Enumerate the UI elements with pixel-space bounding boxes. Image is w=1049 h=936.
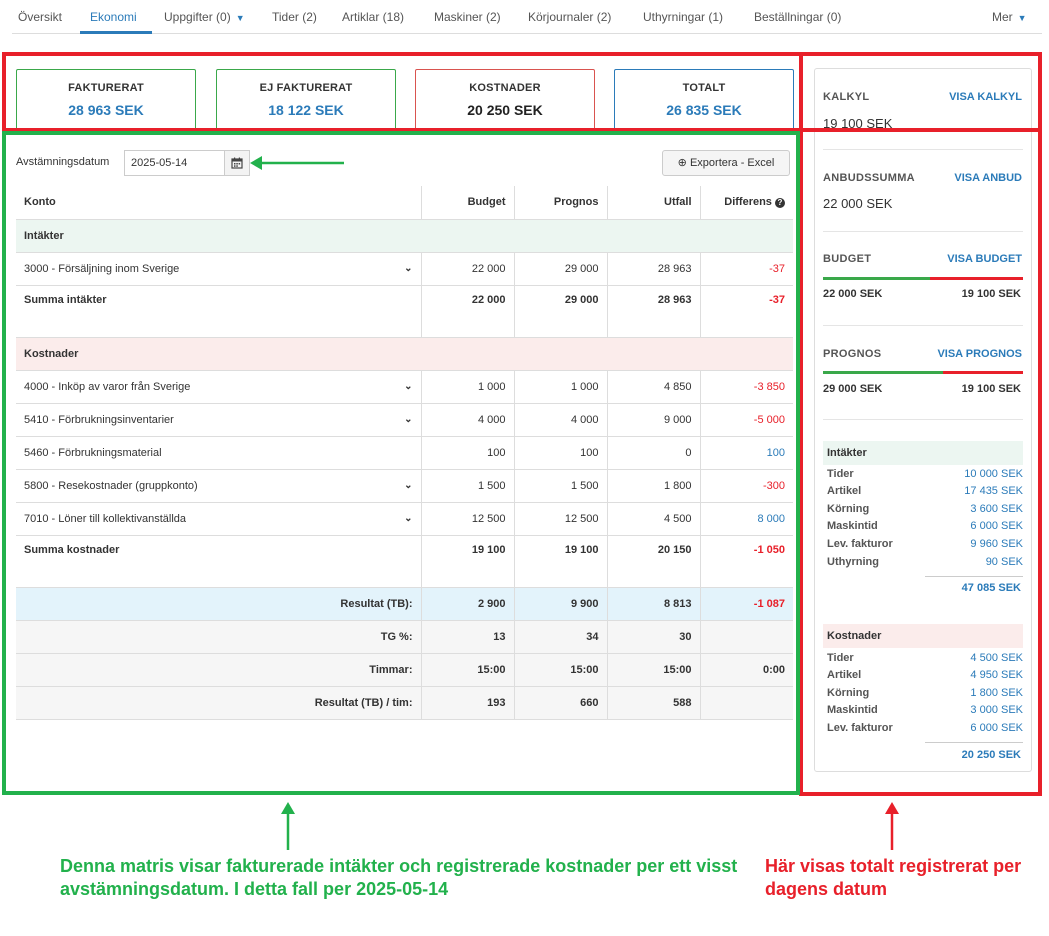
green-highlight-table [2,131,800,795]
tab-mer[interactable]: Mer ▼ [992,10,1027,24]
tab-maskiner[interactable]: Maskiner (2) [434,10,501,24]
arrow-up-icon [281,802,295,850]
tab-bar: Översikt Ekonomi Uppgifter (0) ▼ Tider (2… [12,0,1042,34]
tab-korjournaler[interactable]: Körjournaler (2) [528,10,611,24]
tab-tider[interactable]: Tider (2) [272,10,317,24]
tab-uppgifter-label: Uppgifter (0) [164,10,231,24]
caret-down-icon: ▼ [235,13,245,23]
arrow-left-icon [250,156,344,170]
tab-uppgifter[interactable]: Uppgifter (0) ▼ [164,10,245,24]
tab-uthyrningar[interactable]: Uthyrningar (1) [643,10,723,24]
tab-mer-label: Mer [992,10,1013,24]
tab-artiklar[interactable]: Artiklar (18) [342,10,404,24]
tab-bestallningar[interactable]: Beställningar (0) [754,10,841,24]
annotation-red: Här visas totalt registrerat per dagens … [765,856,1022,899]
red-highlight-sidebar [799,52,1042,796]
arrow-up-icon [885,802,899,850]
annotation-green: Denna matris visar fakturerade intäkter … [60,856,738,899]
active-tab-indicator [80,31,152,34]
caret-down-icon: ▼ [1017,13,1027,23]
tab-oversikt[interactable]: Översikt [18,10,62,24]
tab-ekonomi[interactable]: Ekonomi [90,10,137,24]
